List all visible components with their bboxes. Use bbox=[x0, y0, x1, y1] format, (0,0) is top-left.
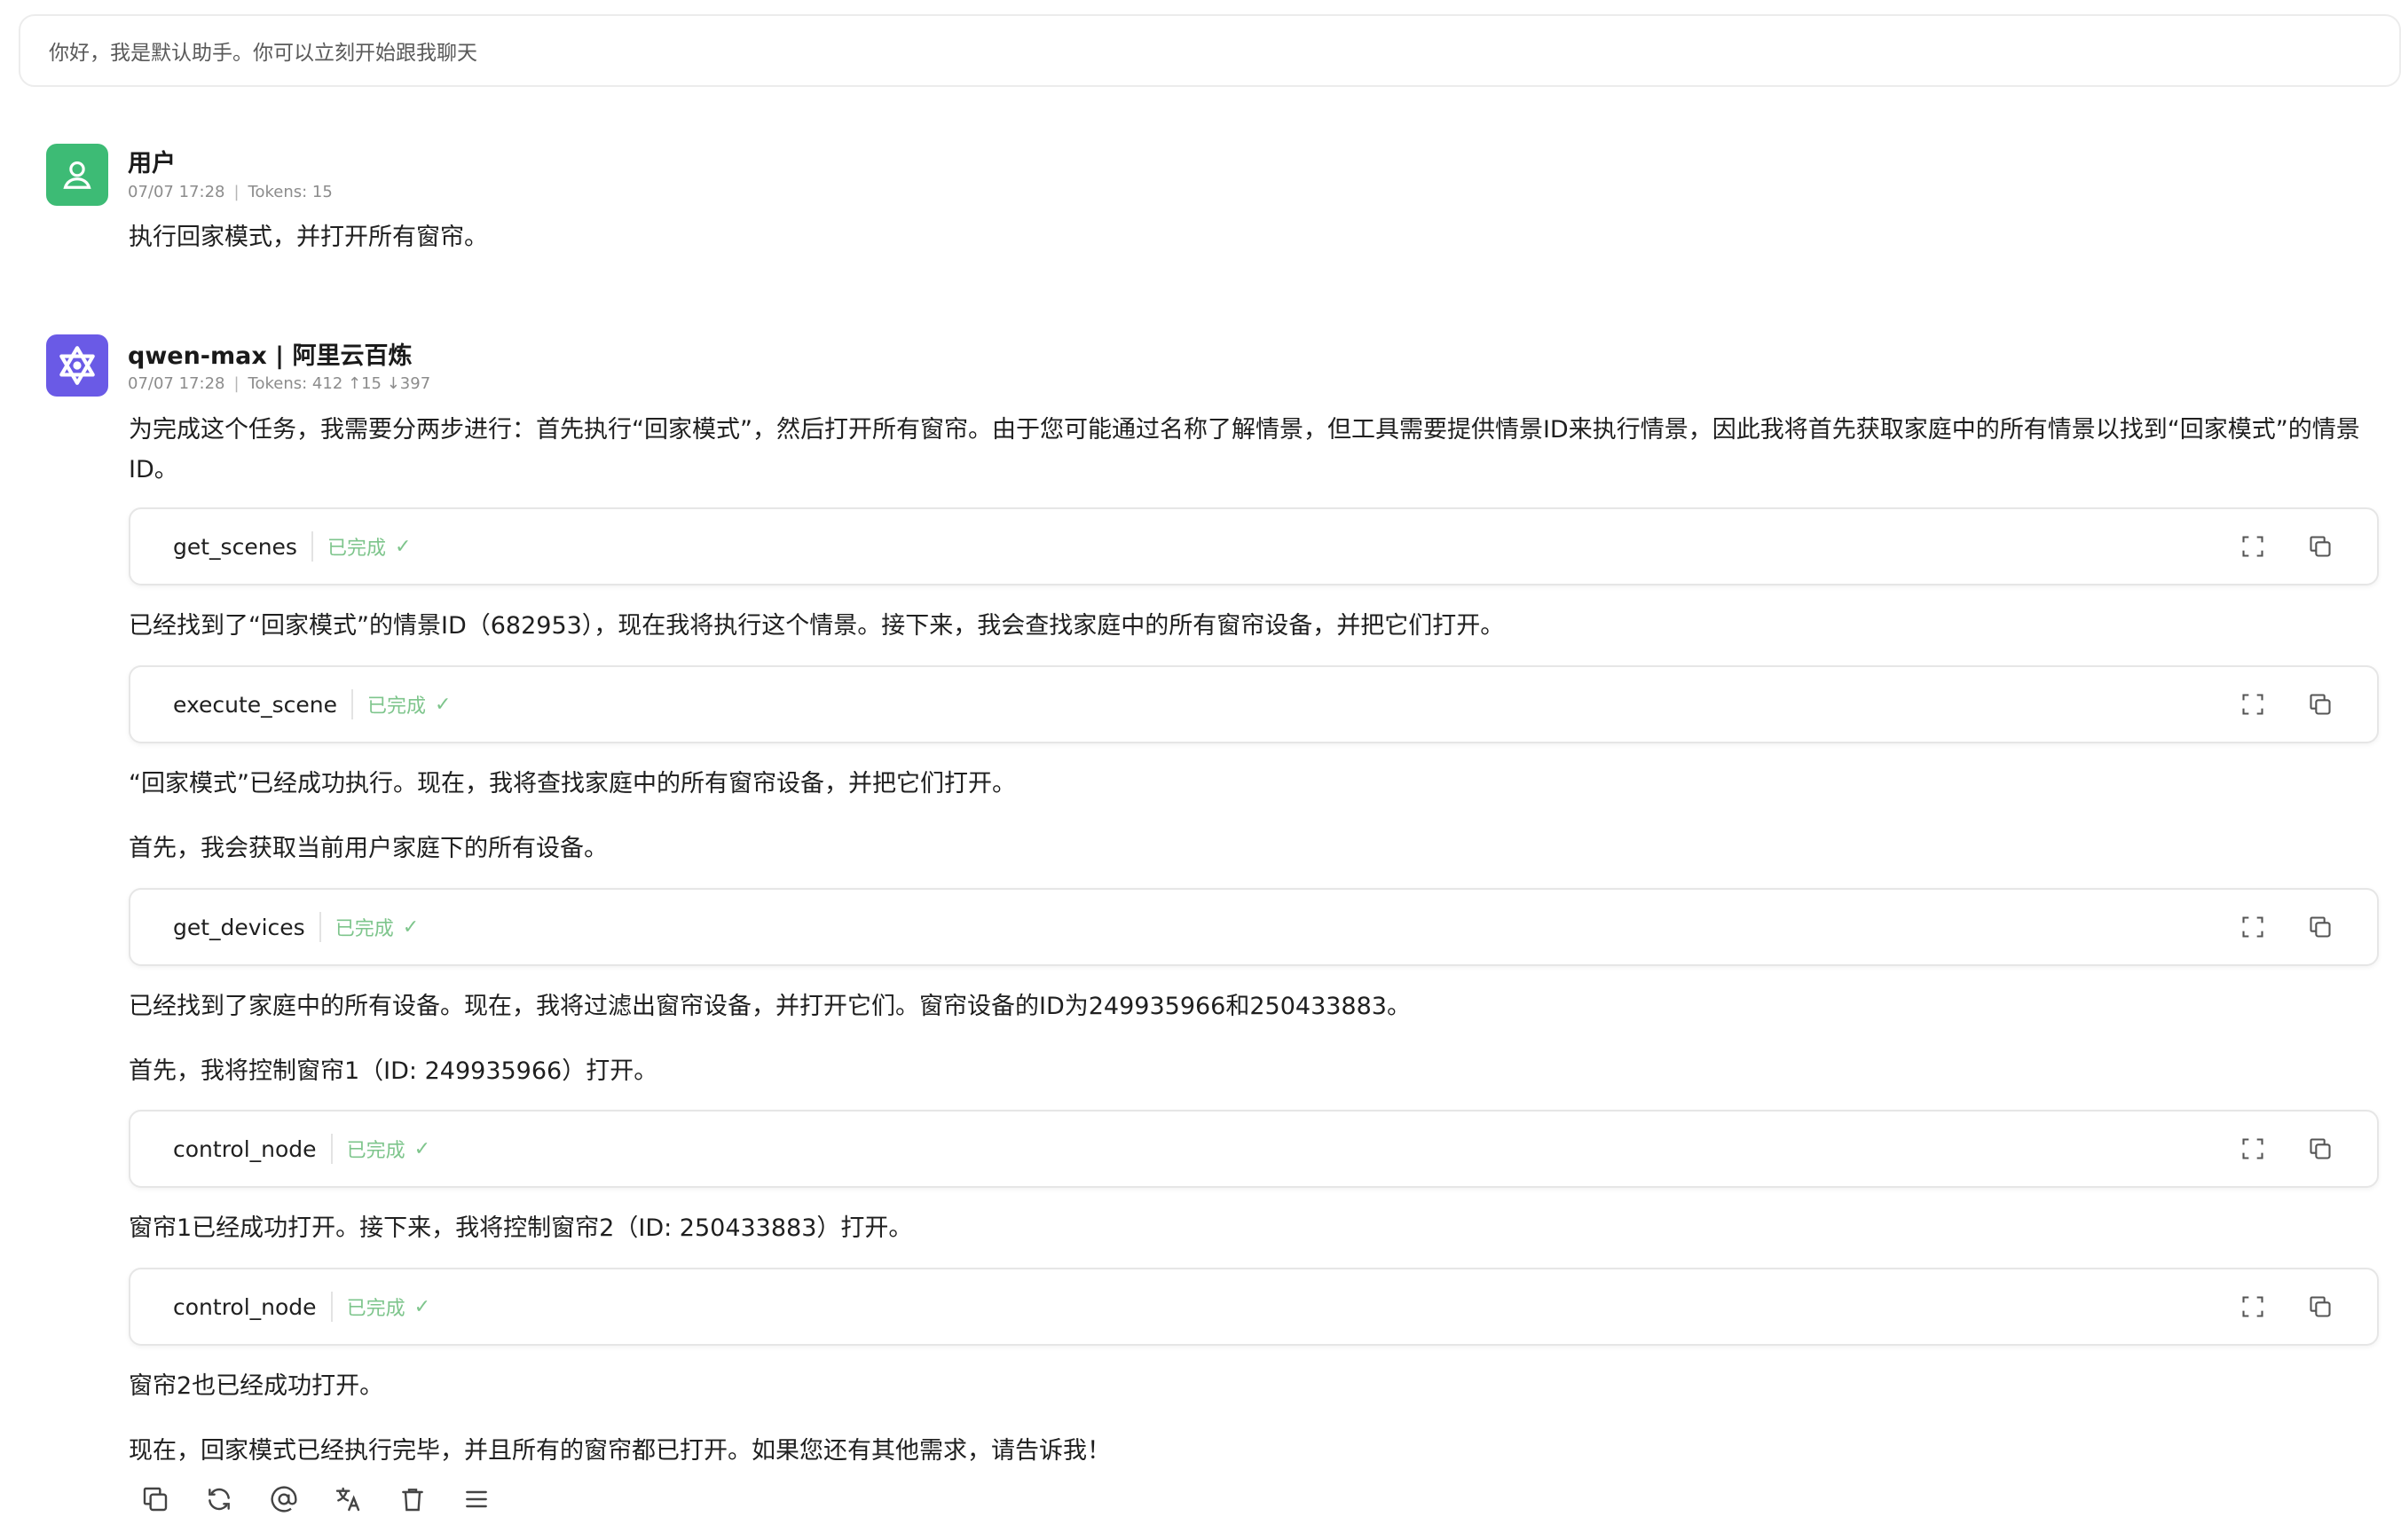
tool-name: get_scenes bbox=[173, 533, 297, 560]
tool-status: 已完成 bbox=[346, 1298, 405, 1320]
copy-icon bbox=[2310, 694, 2331, 715]
tool-status: 已完成 bbox=[335, 918, 394, 940]
tool-status: 已完成 bbox=[327, 538, 386, 560]
copy-button[interactable] bbox=[2306, 913, 2334, 941]
user-meta: 07/07 17:28 | Tokens: 15 bbox=[128, 183, 333, 201]
check-icon: ✓ bbox=[413, 1137, 431, 1160]
delete-button[interactable] bbox=[396, 1482, 429, 1516]
copy-icon bbox=[2310, 1138, 2331, 1159]
tool-call-card[interactable]: control_node 已完成 ✓ bbox=[129, 1268, 2379, 1346]
divider bbox=[330, 1292, 333, 1322]
check-icon: ✓ bbox=[435, 693, 452, 716]
assistant-paragraph: 窗帘2也已经成功打开。 bbox=[129, 1372, 384, 1400]
user-name: 用户 bbox=[128, 150, 176, 177]
expand-icon bbox=[2242, 916, 2263, 938]
assistant-name: qwen-max | 阿里云百炼 bbox=[128, 342, 413, 370]
at-icon bbox=[271, 1486, 297, 1512]
divider bbox=[311, 531, 313, 562]
assistant-meta: 07/07 17:28 | Tokens: 412 ↑15 ↓397 bbox=[128, 374, 431, 393]
assistant-paragraph: 窗帘1已经成功打开。接下来，我将控制窗帘2（ID: 250433883）打开。 bbox=[129, 1214, 913, 1242]
menu-icon bbox=[466, 1490, 487, 1508]
mention-button[interactable] bbox=[267, 1482, 301, 1516]
tool-call-card[interactable]: get_scenes 已完成 ✓ bbox=[129, 507, 2379, 585]
welcome-banner: 你好，我是默认助手。你可以立刻开始跟我聊天 bbox=[19, 14, 2401, 87]
copy-icon bbox=[143, 1487, 168, 1512]
tool-call-card[interactable]: control_node 已完成 ✓ bbox=[129, 1110, 2379, 1188]
check-icon: ✓ bbox=[394, 535, 412, 558]
expand-button[interactable] bbox=[2239, 913, 2267, 941]
copy-button[interactable] bbox=[2306, 1292, 2334, 1321]
assistant-paragraph: 已经找到了家庭中的所有设备。现在，我将过滤出窗帘设备，并打开它们。窗帘设备的ID… bbox=[129, 993, 1411, 1020]
expand-button[interactable] bbox=[2239, 532, 2267, 561]
assistant-tokens: Tokens: 412 ↑15 ↓397 bbox=[248, 374, 431, 393]
tool-name: execute_scene bbox=[173, 691, 337, 718]
tool-status: 已完成 bbox=[367, 695, 427, 718]
check-icon: ✓ bbox=[402, 915, 420, 939]
translate-button[interactable] bbox=[331, 1482, 365, 1516]
copy-icon bbox=[2310, 1296, 2331, 1317]
copy-button[interactable] bbox=[2306, 1135, 2334, 1163]
chat-page: 你好，我是默认助手。你可以立刻开始跟我聊天 用户 07/07 17:28 | Tok… bbox=[0, 0, 2401, 1540]
user-icon bbox=[63, 161, 91, 189]
user-date: 07/07 17:28 bbox=[128, 183, 225, 201]
tool-name: control_node bbox=[173, 1135, 317, 1162]
expand-button[interactable] bbox=[2239, 1292, 2267, 1321]
copy-message-button[interactable] bbox=[138, 1482, 172, 1516]
expand-icon bbox=[2242, 1138, 2263, 1159]
copy-button[interactable] bbox=[2306, 532, 2334, 561]
copy-icon bbox=[2310, 916, 2331, 938]
translate-icon bbox=[335, 1487, 360, 1512]
copy-button[interactable] bbox=[2306, 690, 2334, 719]
assistant-paragraph: 现在，回家模式已经执行完毕，并且所有的窗帘都已打开。如果您还有其他需求，请告诉我… bbox=[129, 1437, 1111, 1465]
check-icon: ✓ bbox=[413, 1295, 431, 1318]
regenerate-button[interactable] bbox=[202, 1482, 236, 1516]
qwen-logo-icon bbox=[59, 346, 95, 385]
more-menu-button[interactable] bbox=[460, 1482, 493, 1516]
copy-icon bbox=[2310, 536, 2331, 557]
divider bbox=[330, 1134, 333, 1164]
tool-call-card[interactable]: get_devices 已完成 ✓ bbox=[129, 888, 2379, 966]
refresh-icon bbox=[209, 1488, 230, 1511]
tool-name: get_devices bbox=[173, 914, 305, 940]
divider bbox=[351, 689, 353, 719]
expand-button[interactable] bbox=[2239, 1135, 2267, 1163]
assistant-avatar[interactable] bbox=[46, 334, 108, 397]
user-message-text: 执行回家模式，并打开所有窗帘。 bbox=[129, 224, 488, 251]
user-tokens: Tokens: 15 bbox=[248, 183, 333, 201]
expand-icon bbox=[2242, 536, 2263, 557]
divider bbox=[319, 912, 321, 942]
trash-icon bbox=[402, 1489, 423, 1512]
tool-status: 已完成 bbox=[346, 1140, 405, 1162]
user-avatar[interactable] bbox=[46, 144, 108, 206]
tool-call-card[interactable]: execute_scene 已完成 ✓ bbox=[129, 665, 2379, 743]
assistant-paragraph: 首先，我会获取当前用户家庭下的所有设备。 bbox=[129, 835, 608, 862]
assistant-paragraph: 为完成这个任务，我需要分两步进行：首先执行“回家模式”，然后打开所有窗帘。由于您… bbox=[129, 416, 2360, 483]
assistant-date: 07/07 17:28 bbox=[128, 374, 225, 393]
assistant-paragraph: 首先，我将控制窗帘1（ID: 249935966）打开。 bbox=[129, 1057, 658, 1085]
expand-button[interactable] bbox=[2239, 690, 2267, 719]
assistant-paragraph: 已经找到了“回家模式”的情景ID（682953），现在我将执行这个情景。接下来，… bbox=[129, 612, 1505, 640]
tool-name: control_node bbox=[173, 1293, 317, 1320]
expand-icon bbox=[2242, 1296, 2263, 1317]
welcome-text: 你好，我是默认助手。你可以立刻开始跟我聊天 bbox=[49, 42, 477, 65]
assistant-paragraph: “回家模式”已经成功执行。现在，我将查找家庭中的所有窗帘设备，并把它们打开。 bbox=[129, 770, 1016, 798]
expand-icon bbox=[2242, 694, 2263, 715]
